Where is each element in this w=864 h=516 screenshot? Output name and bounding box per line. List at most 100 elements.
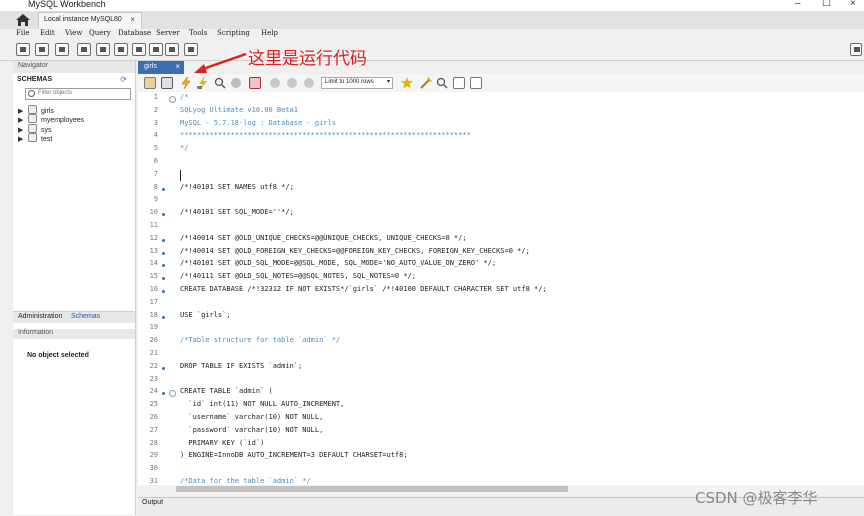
code-line[interactable]: 25 `id` int(11) NOT NULL AUTO_INCREMENT, (138, 400, 864, 413)
code-line[interactable]: 29) ENGINE=InnoDB AUTO_INCREMENT=3 DEFAU… (138, 451, 864, 464)
code-line[interactable]: 7 (138, 169, 864, 183)
code-line[interactable]: 17 (138, 298, 864, 311)
code-line[interactable]: 1 /* (138, 93, 864, 106)
tab-close-icon[interactable]: × (130, 15, 135, 24)
editor-tab-girls[interactable]: girls × (138, 61, 184, 74)
fold-toggle-icon[interactable] (169, 96, 176, 103)
autocommit-icon[interactable] (303, 77, 315, 89)
schema-item-test[interactable]: ▶ test (18, 133, 52, 143)
code-line[interactable]: 4 ***************************************… (138, 131, 864, 144)
code-line[interactable]: 2 SQLyog Ultimate v10.00 Beta1 (138, 106, 864, 119)
create-table-icon[interactable] (96, 43, 110, 56)
code-line[interactable]: 6 (138, 157, 864, 170)
inspector-icon[interactable] (55, 43, 69, 56)
home-icon[interactable] (14, 13, 32, 27)
create-schema-icon[interactable] (77, 43, 91, 56)
stop-icon[interactable] (230, 77, 242, 89)
navigator-title: Navigator (18, 62, 48, 69)
code-text: ****************************************… (180, 131, 471, 140)
fold-toggle-icon[interactable] (169, 390, 176, 398)
left-edge-strip (0, 61, 13, 515)
menu-query[interactable]: Query (89, 29, 111, 37)
explain-icon[interactable] (214, 77, 226, 89)
code-line[interactable]: 19 (138, 323, 864, 336)
code-text: /*!40101 SET NAMES utf8 */; (180, 182, 294, 191)
minimize-icon[interactable]: – (795, 0, 801, 9)
save-icon[interactable] (161, 77, 173, 89)
execute-current-statement-icon[interactable] (197, 77, 209, 89)
beautify-icon[interactable] (420, 77, 432, 89)
tab-local-instance[interactable]: Local instance MySQL80 × (38, 12, 142, 29)
code-line[interactable]: 5 */ (138, 144, 864, 157)
schemas-label: SCHEMAS (17, 76, 53, 83)
tab-schemas[interactable]: Schemas (71, 313, 100, 320)
scrollbar-thumb[interactable] (176, 486, 568, 492)
invisible-chars-icon[interactable] (453, 77, 465, 89)
create-function-icon[interactable] (149, 43, 163, 56)
code-line[interactable]: 13 /*!40014 SET @OLD_FOREIGN_KEY_CHECKS=@… (138, 247, 864, 260)
menu-file[interactable]: File (16, 29, 29, 37)
sql-code-editor[interactable]: 1 /* 2 SQLyog Ultimate v10.00 Beta1 3 MySQL -… (138, 92, 864, 485)
limit-rows-select[interactable]: Limit to 1000 rows ▾ (321, 77, 393, 89)
close-icon[interactable]: × (850, 0, 856, 9)
menu-scripting[interactable]: Scripting (217, 29, 250, 37)
code-line[interactable]: 3 MySQL - 5.7.18-log : Database - girls (138, 119, 864, 132)
find-icon[interactable] (436, 77, 448, 89)
schema-item-myemployees[interactable]: ▶ myemployees (18, 114, 84, 124)
open-sql-script-icon[interactable] (35, 43, 49, 56)
code-line[interactable]: 15 /*!40111 SET @OLD_SQL_NOTES=@@SQL_NOTE… (138, 272, 864, 285)
line-number: 27 (149, 425, 158, 434)
code-line[interactable]: 23 (138, 375, 864, 388)
code-line[interactable]: 22 DROP TABLE IF EXISTS `admin`; (138, 362, 864, 375)
code-line[interactable]: 27 `password` varchar(10) NOT NULL, (138, 426, 864, 439)
code-line[interactable]: 11 (138, 221, 864, 234)
menu-tools[interactable]: Tools (189, 29, 207, 37)
code-line[interactable]: 20 /*Table structure for table `admin` */ (138, 336, 864, 349)
search-table-data-icon[interactable] (165, 43, 179, 56)
rollback-icon[interactable] (286, 77, 298, 89)
statement-marker-icon (162, 366, 165, 370)
layout-toggle-icon[interactable] (850, 43, 862, 56)
code-line[interactable]: 30 (138, 464, 864, 477)
code-line[interactable]: 16 CREATE DATABASE /*!32312 IF NOT EXISTS… (138, 285, 864, 298)
create-view-icon[interactable] (114, 43, 128, 56)
code-text: SQLyog Ultimate v10.00 Beta1 (180, 105, 299, 114)
toggle-continue-icon[interactable] (249, 77, 261, 89)
window-title: MySQL Workbench (28, 0, 106, 9)
open-file-icon[interactable] (144, 77, 156, 89)
line-number: 11 (149, 221, 158, 229)
menu-help[interactable]: Help (261, 29, 278, 37)
filter-objects-input[interactable]: Filter objects (25, 88, 131, 100)
menu-edit[interactable]: Edit (40, 29, 55, 37)
code-line[interactable]: 12 /*!40014 SET @OLD_UNIQUE_CHECKS=@@UNIQ… (138, 234, 864, 247)
code-line[interactable]: 10 /*!40101 SET SQL_MODE=''*/; (138, 208, 864, 221)
expand-arrow-icon[interactable]: ▶ (18, 116, 24, 124)
code-line[interactable]: 14 /*!40101 SET @OLD_SQL_MODE=@@SQL_MODE,… (138, 259, 864, 272)
new-sql-tab-icon[interactable] (16, 43, 30, 56)
tab-administration[interactable]: Administration (18, 313, 62, 320)
expand-arrow-icon[interactable]: ▶ (18, 135, 24, 143)
editor-tab-close-icon[interactable]: × (175, 62, 180, 71)
code-line[interactable]: 28 PRIMARY KEY (`id`) (138, 439, 864, 452)
code-line[interactable]: 8 /*!40101 SET NAMES utf8 */; (138, 183, 864, 196)
code-line[interactable]: 24 CREATE TABLE `admin` ( (138, 387, 864, 400)
code-text: /*Table structure for table `admin` */ (180, 336, 341, 345)
code-text: /*!40101 SET @OLD_SQL_MODE=@@SQL_MODE, S… (180, 259, 497, 268)
execute-lightning-icon[interactable] (180, 77, 192, 89)
code-text: CREATE TABLE `admin` ( (180, 387, 273, 396)
commit-icon[interactable] (269, 77, 281, 89)
code-line[interactable]: 18 USE `girls`; (138, 311, 864, 324)
code-line[interactable]: 31 /*Data for the table `admin` */ (138, 477, 864, 485)
menu-server[interactable]: Server (156, 29, 180, 37)
add-snippet-star-icon[interactable] (401, 77, 413, 89)
menu-view[interactable]: View (65, 29, 82, 37)
refresh-icon[interactable]: ⟳ (120, 75, 127, 84)
wrap-lines-icon[interactable] (470, 77, 482, 89)
create-procedure-icon[interactable] (132, 43, 146, 56)
maximize-icon[interactable]: ☐ (822, 0, 831, 9)
code-text: /*!40111 SET @OLD_SQL_NOTES=@@SQL_NOTES,… (180, 272, 417, 281)
code-line[interactable]: 9 (138, 195, 864, 208)
code-line[interactable]: 26 `username` varchar(10) NOT NULL, (138, 413, 864, 426)
menu-database[interactable]: Database (118, 29, 151, 37)
code-line[interactable]: 21 (138, 349, 864, 362)
